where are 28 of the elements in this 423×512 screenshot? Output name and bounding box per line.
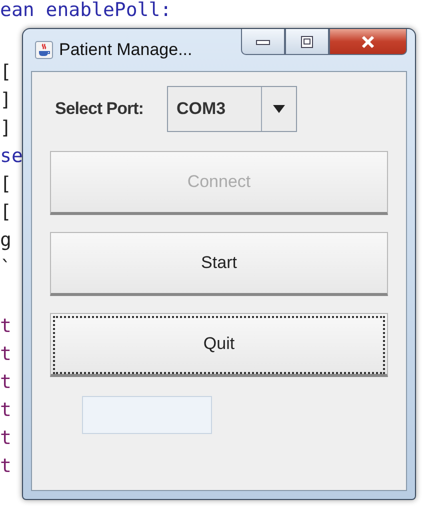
code-line: ` [0, 256, 12, 281]
dropdown-arrow-icon [273, 105, 286, 113]
close-icon [360, 34, 376, 48]
code-line: [ [0, 200, 12, 225]
maximize-icon [301, 36, 313, 48]
code-line: [ [0, 172, 12, 197]
window-title: Patient Manage... [59, 40, 192, 60]
minimize-button[interactable] [241, 29, 285, 55]
code-line: ean enablePoll: [0, 0, 172, 23]
code-line: t [0, 314, 12, 339]
quit-button[interactable]: Quit [50, 313, 388, 377]
code-line: t [0, 426, 12, 451]
port-dropdown[interactable]: COM3 [167, 86, 298, 132]
code-line: t [0, 454, 12, 479]
coffee-cup-icon [35, 41, 53, 59]
code-line: se [0, 144, 23, 169]
code-line: ] [0, 88, 12, 113]
code-line: g [0, 228, 12, 253]
minimize-icon [256, 38, 270, 46]
start-button[interactable]: Start [50, 232, 388, 296]
code-line: [ [0, 60, 12, 85]
code-line: ] [0, 116, 12, 141]
maximize-button[interactable] [285, 29, 329, 55]
code-line: t [0, 398, 12, 423]
code-line: t [0, 370, 12, 395]
close-button[interactable] [329, 29, 407, 55]
port-label: Select Port: [55, 99, 144, 119]
code-line: t [0, 342, 12, 367]
